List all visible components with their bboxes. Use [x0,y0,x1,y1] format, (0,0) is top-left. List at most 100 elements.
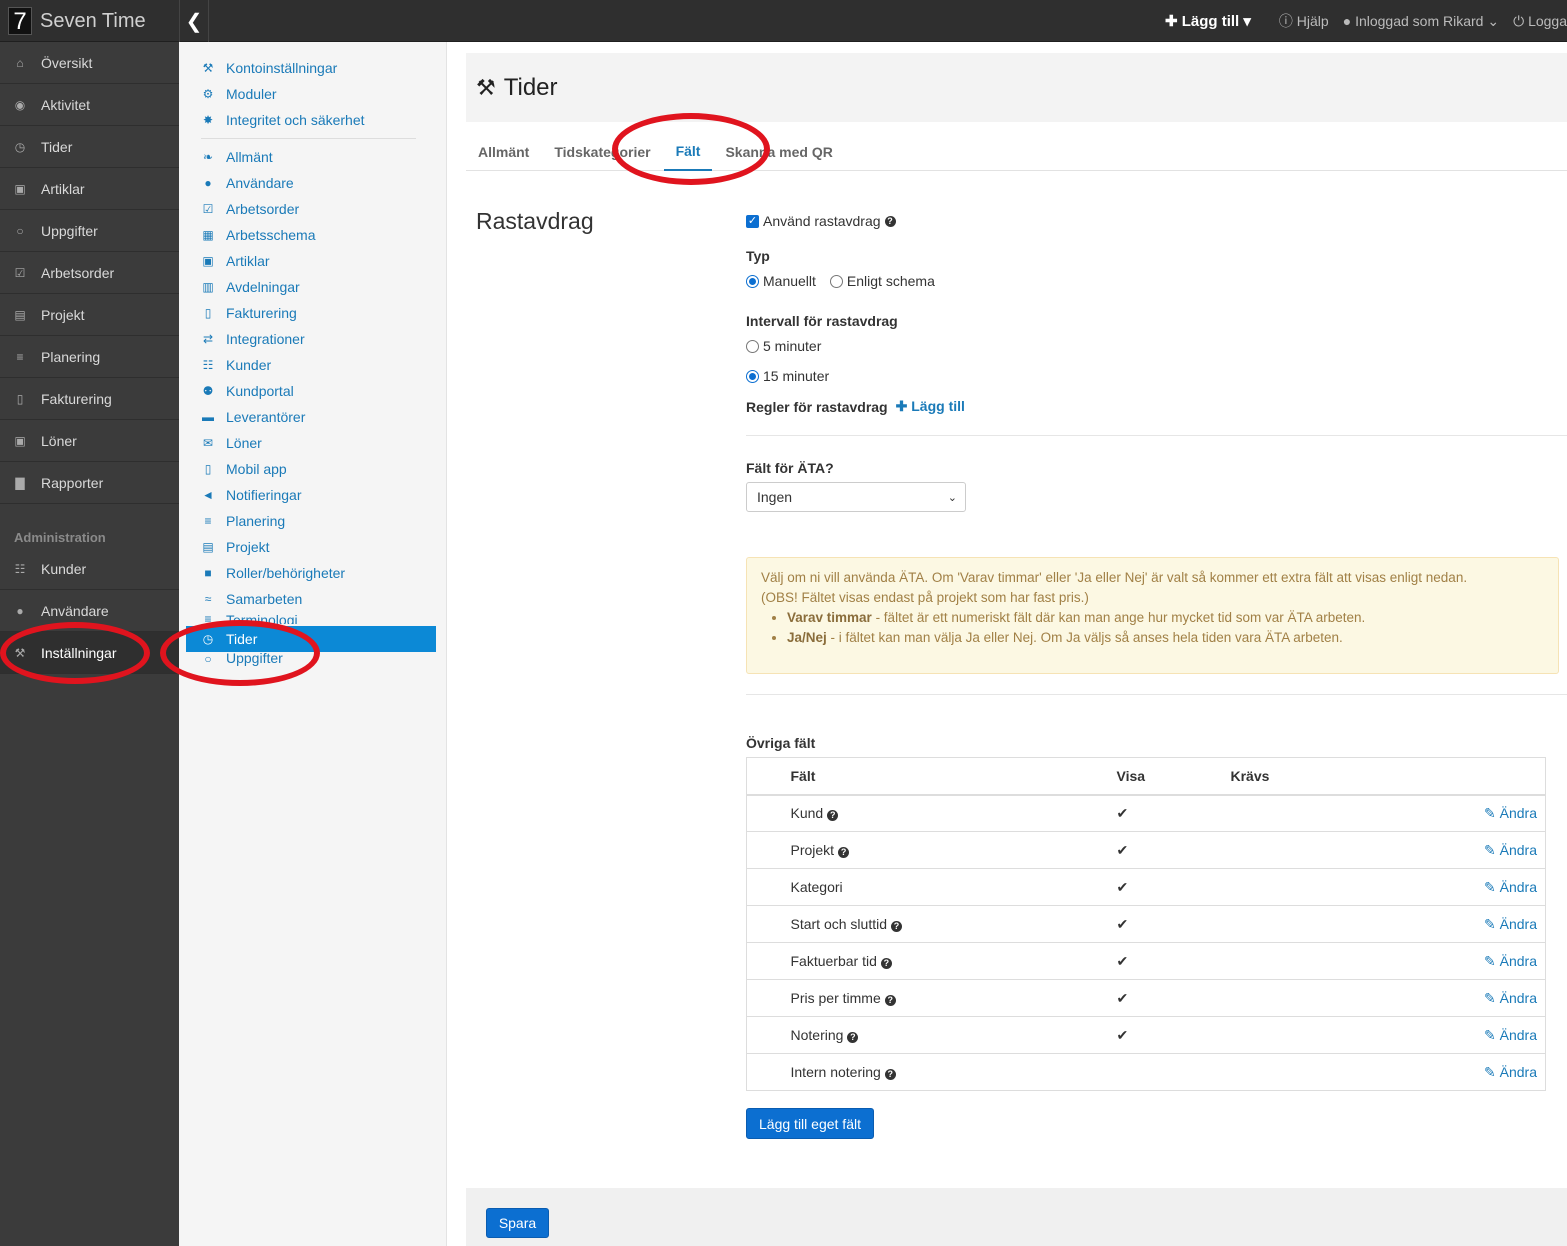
user-menu[interactable]: ● Inloggad som Rikard ⌄ [1343,13,1499,30]
edit-icon: ✎ [1484,952,1496,969]
type-schedule-radio[interactable] [829,274,843,288]
logout-link[interactable]: ⏻ Logga [1513,13,1567,30]
subnav-item-kontoinstallningar[interactable]: ⚒ Kontoinställningar [179,55,446,81]
edit-link[interactable]: ✎ Ändra [1484,842,1537,858]
subnav-item-integritet[interactable]: ✸ Integritet och säkerhet [179,107,446,133]
subnav-item-tider[interactable]: ◷ Tider [186,626,436,652]
subnav-label: Avdelningar [226,279,300,295]
subnav-label: Planering [226,513,286,529]
collapse-sidebar-button[interactable]: ❮ [179,0,209,42]
show-check-icon: ✔ [1116,868,1231,906]
tab-skanna-qr[interactable]: Skanna med QR [713,132,844,171]
sidebar-item-installningar[interactable]: ⚒ Inställningar [0,632,179,674]
sidebar-item-anvandare[interactable]: ● Användare [0,590,179,632]
show-check-icon: ✔ [1116,1016,1231,1054]
help-icon[interactable]: ? [884,1069,896,1080]
top-bar: 7 Seven Time ❮ ✚ Lägg till ▾ ⓘ Hjälp ● I… [0,0,1567,42]
tab-allmant[interactable]: Allmänt [466,132,541,171]
subnav-item-avdelningar[interactable]: ▥ Avdelningar [179,274,446,300]
subnav-item-kunder[interactable]: ☷ Kunder [179,352,446,378]
interval-15-label: 15 minuter [763,368,830,384]
subnav-item-planering[interactable]: ≡ Planering [179,508,446,534]
brand[interactable]: 7 Seven Time [0,0,179,42]
subnav-item-fakturering[interactable]: ▯ Fakturering [179,300,446,326]
subnav-item-leverantorer[interactable]: ▬ Leverantörer [179,404,446,430]
note-item-bold: Varav timmar [787,610,872,625]
help-icon[interactable]: ? [847,1032,859,1043]
note-line-2: (OBS! Fältet visas endast på projekt som… [761,590,1089,605]
show-check-icon: ✔ [1116,831,1231,869]
user-label: Inloggad som Rikard [1355,12,1484,29]
subnav-item-kundportal[interactable]: ⚉ Kundportal [179,378,446,404]
subnav-item-loner[interactable]: ✉ Löner [179,430,446,456]
field-name: Projekt [790,842,835,858]
sidebar-item-projekt[interactable]: ▤ Projekt [0,294,179,336]
field-name: Start och sluttid [790,916,888,932]
help-icon[interactable]: ? [891,921,902,932]
sidebar-item-aktivitet[interactable]: ◉ Aktivitet [0,84,179,126]
subnav-item-moduler[interactable]: ⚙ Moduler [179,81,446,107]
help-label: Hjälp [1296,13,1329,29]
rules-add-link[interactable]: ✚ Lägg till [896,398,965,415]
edit-link[interactable]: ✎ Ändra [1484,879,1537,895]
type-manual-radio[interactable] [746,274,759,288]
subnav-item-notifieringar[interactable]: ◄ Notifieringar [179,482,446,508]
subnav-item-projekt[interactable]: ▤ Projekt [179,534,446,560]
help-icon[interactable]: ? [827,810,839,822]
sidebar-item-artiklar[interactable]: ▣ Artiklar [0,168,179,210]
subnav-item-arbetsorder[interactable]: ☑ Arbetsorder [179,196,446,222]
table-row: Faktuerbar tid? ✔ ✎ Ändra [746,942,1546,980]
help-icon[interactable]: ? [838,847,850,858]
sidebar-item-uppgifter[interactable]: ○ Uppgifter [0,210,179,252]
edit-link[interactable]: ✎ Ändra [1484,916,1537,932]
subnav-label: Användare [226,175,294,191]
interval-15-radio[interactable] [746,369,759,383]
subnav-item-samarbeten[interactable]: ≈ Samarbeten [179,586,446,612]
subnav-label: Integritet och säkerhet [226,112,365,128]
help-link[interactable]: ⓘ Hjälp [1279,11,1329,31]
sidebar-item-loner[interactable]: ▣ Löner [0,420,179,462]
subnav-item-uppgifter[interactable]: ○ Uppgifter [179,652,446,666]
sidebar-item-arbetsorder[interactable]: ☑ Arbetsorder [0,252,179,294]
interval-5-radio[interactable] [746,339,759,353]
edit-link[interactable]: ✎ Ändra [1484,990,1537,1006]
help-icon[interactable]: ? [884,215,896,227]
subnav-item-roller[interactable]: ■ Roller/behörigheter [179,560,446,586]
sidebar-item-tider[interactable]: ◷ Tider [0,126,179,168]
subnav-item-anvandare[interactable]: ● Användare [179,170,446,196]
sidebar-item-label: Uppgifter [41,222,98,239]
subnav-item-arbetsschema[interactable]: ▦ Arbetsschema [179,222,446,248]
divider [746,694,1567,695]
use-break-checkbox[interactable]: ✓ [746,214,759,228]
table-row: Projekt? ✔ ✎ Ändra [746,831,1546,869]
sidebar-item-kunder[interactable]: ☷ Kunder [0,548,179,590]
sidebar-item-oversikt[interactable]: ⌂ Översikt [0,42,179,84]
help-icon[interactable]: ? [880,958,892,969]
field-name: Faktuerbar tid [790,953,877,969]
subnav-item-terminologi[interactable]: ≡ Terminologi [179,612,446,624]
edit-link[interactable]: ✎ Ändra [1484,1064,1537,1080]
add-new-button[interactable]: ✚ Lägg till ▾ [1165,12,1251,30]
show-check-icon: ✔ [1116,942,1231,980]
sidebar-item-fakturering[interactable]: ▯ Fakturering [0,378,179,420]
sidebar-item-rapporter[interactable]: ▇ Rapporter [0,462,179,504]
subnav-label: Fakturering [226,305,297,321]
tab-falt[interactable]: Fält [663,132,713,171]
subnav-item-integrationer[interactable]: ⇄ Integrationer [179,326,446,352]
add-custom-field-button[interactable]: Lägg till eget fält [746,1108,874,1139]
edit-link[interactable]: ✎ Ändra [1484,953,1537,969]
other-fields-label: Övriga fält [746,735,816,751]
help-icon[interactable]: ? [884,995,896,1006]
edit-label: Ändra [1499,952,1537,969]
ata-select[interactable]: Ingen ⌄ [746,482,966,512]
book-icon: ≡ [204,612,212,624]
subnav-item-mobil-app[interactable]: ▯ Mobil app [179,456,446,482]
edit-link[interactable]: ✎ Ändra [1484,805,1537,821]
edit-link[interactable]: ✎ Ändra [1484,1027,1537,1043]
tab-tidskategorier[interactable]: Tidskategorier [542,132,662,171]
sidebar-item-planering[interactable]: ≡ Planering [0,336,179,378]
subnav-label: Uppgifter [226,652,283,666]
subnav-item-allmant[interactable]: ❧ Allmänt [179,144,446,170]
subnav-item-artiklar[interactable]: ▣ Artiklar [179,248,446,274]
save-button[interactable]: Spara [486,1208,549,1238]
